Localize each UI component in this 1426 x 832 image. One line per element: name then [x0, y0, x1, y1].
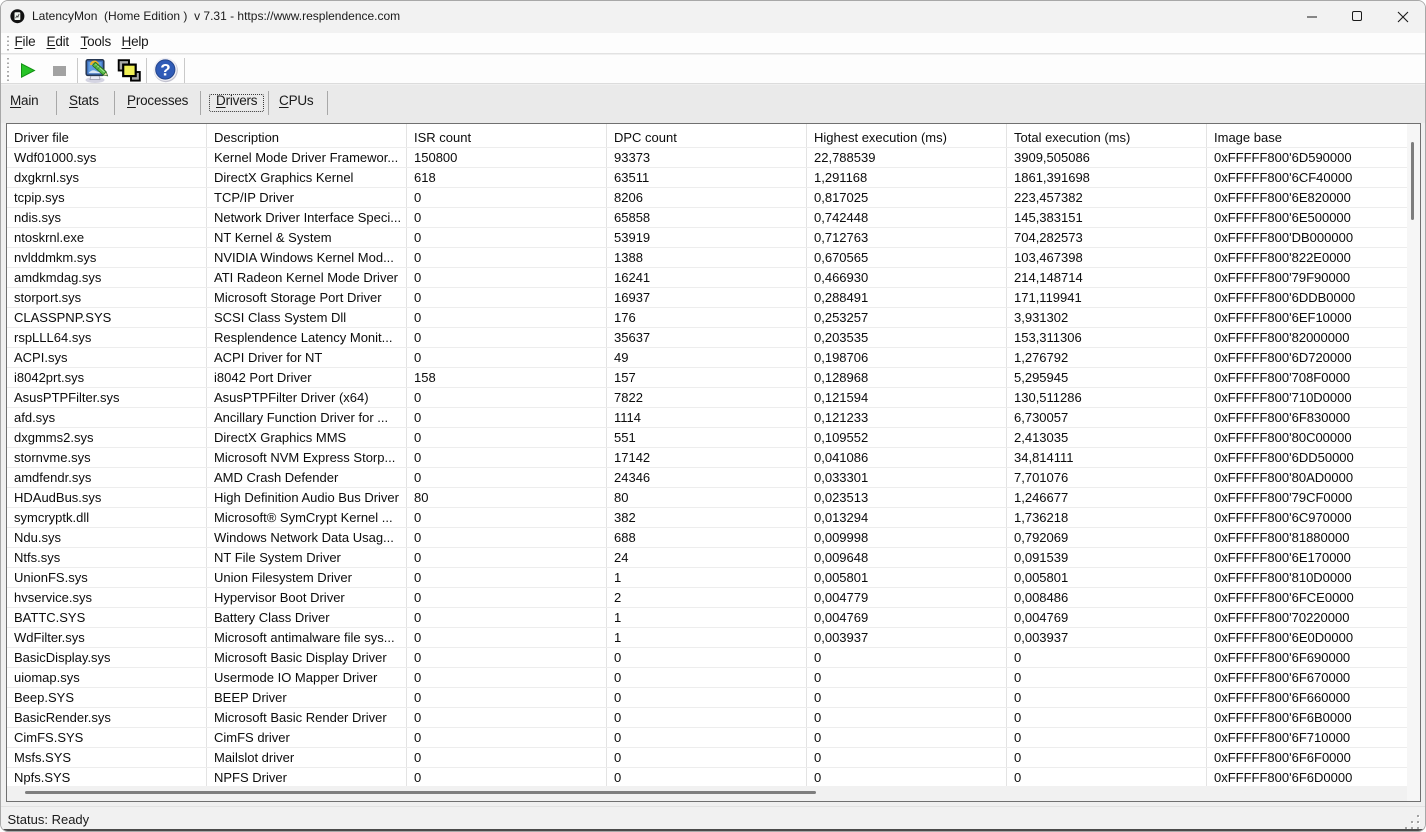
svg-text:?: ? [160, 61, 170, 80]
